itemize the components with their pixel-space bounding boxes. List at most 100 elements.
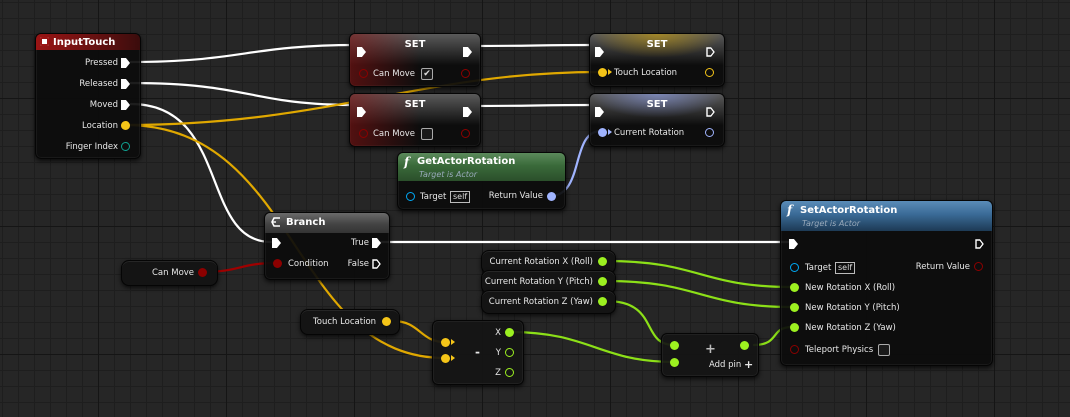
can-move-in-pin[interactable] bbox=[359, 129, 368, 138]
touch-location-in-pin[interactable] bbox=[598, 68, 607, 77]
condition-pin[interactable] bbox=[273, 259, 282, 268]
can-move-in-pin[interactable] bbox=[359, 69, 368, 78]
subtract-operator: - bbox=[475, 345, 480, 359]
rotation-z-label: Current Rotation Z (Yaw) bbox=[488, 297, 593, 307]
add-pin-label[interactable]: Add pin bbox=[709, 360, 741, 370]
new-rotation-y-pin[interactable] bbox=[790, 303, 799, 312]
moved-label: Moved bbox=[89, 100, 118, 110]
location-label: Location bbox=[82, 121, 118, 131]
z-label: Z bbox=[495, 368, 501, 378]
set-title: SET bbox=[404, 39, 426, 50]
set-title: SET bbox=[646, 99, 668, 110]
b-in-pin[interactable] bbox=[670, 358, 679, 367]
event-icon bbox=[40, 37, 49, 46]
exec-out-pin[interactable] bbox=[975, 239, 984, 249]
wire-released-to-set-canmove-false bbox=[129, 81, 358, 107]
y-out-pin[interactable] bbox=[505, 348, 514, 357]
function-icon: f bbox=[404, 155, 410, 169]
wire-pressed-to-set-canmove-true bbox=[129, 43, 358, 64]
result-out-pin[interactable] bbox=[740, 341, 749, 350]
can-move-out-pin[interactable] bbox=[198, 268, 207, 277]
can-move-checkbox[interactable] bbox=[421, 128, 433, 140]
teleport-physics-label: Teleport Physics bbox=[805, 345, 874, 355]
set-can-move-true-node[interactable]: SET Can Move ✔ bbox=[349, 33, 481, 87]
current-rotation-z-getter[interactable]: Current Rotation Z (Yaw) bbox=[481, 290, 616, 314]
a-in-pin[interactable] bbox=[441, 338, 450, 347]
self-box[interactable]: self bbox=[450, 191, 471, 203]
z-out-pin[interactable] bbox=[505, 368, 514, 377]
wire-rotx-to-newx bbox=[604, 259, 794, 289]
new-rotation-x-pin[interactable] bbox=[790, 283, 799, 292]
moved-exec-pin[interactable] bbox=[121, 100, 130, 110]
current-rotation-out-pin[interactable] bbox=[705, 128, 714, 137]
true-exec-pin[interactable] bbox=[372, 238, 381, 248]
pressed-label: Pressed bbox=[85, 58, 118, 68]
location-pin[interactable] bbox=[121, 121, 130, 130]
input-touch-node[interactable]: InputTouch Pressed Released Moved Locati… bbox=[35, 33, 141, 159]
rotation-y-out-pin[interactable] bbox=[598, 277, 607, 286]
rotation-x-label: Current Rotation X (Roll) bbox=[489, 257, 593, 267]
target-pin[interactable] bbox=[790, 263, 799, 272]
self-box[interactable]: self bbox=[835, 262, 856, 274]
teleport-physics-pin[interactable] bbox=[790, 345, 799, 354]
return-value-pin[interactable] bbox=[547, 192, 556, 201]
can-move-out-pin[interactable] bbox=[461, 129, 470, 138]
wire-moved-to-branch bbox=[129, 102, 273, 244]
teleport-physics-checkbox[interactable] bbox=[878, 344, 890, 356]
exec-in-pin[interactable] bbox=[789, 239, 798, 249]
b-in-pin[interactable] bbox=[441, 354, 450, 363]
false-exec-pin[interactable] bbox=[372, 259, 381, 269]
node-title: GetActorRotation bbox=[417, 156, 516, 167]
touch-location-getter[interactable]: Touch Location bbox=[300, 309, 400, 335]
new-rotation-z-pin[interactable] bbox=[790, 323, 799, 332]
released-exec-pin[interactable] bbox=[121, 79, 130, 89]
finger-index-pin[interactable] bbox=[121, 142, 130, 151]
b-in-arrow bbox=[451, 355, 455, 361]
released-label: Released bbox=[79, 79, 118, 89]
branch-icon bbox=[270, 216, 282, 228]
new-rotation-z-label: New Rotation Z (Yaw) bbox=[805, 323, 896, 333]
return-value-label: Return Value bbox=[915, 262, 970, 272]
rotation-y-label: Current Rotation Y (Pitch) bbox=[484, 277, 593, 287]
set-actor-rotation-node[interactable]: f SetActorRotation Target is Actor Targe… bbox=[780, 200, 993, 366]
exec-in-pin[interactable] bbox=[272, 238, 281, 248]
current-rotation-label: Current Rotation bbox=[614, 128, 685, 138]
pressed-exec-pin[interactable] bbox=[121, 58, 130, 68]
can-move-checkbox[interactable]: ✔ bbox=[421, 68, 433, 80]
y-label: Y bbox=[495, 348, 501, 358]
node-title: Branch bbox=[286, 217, 326, 228]
float-add-node[interactable]: + Add pin + bbox=[661, 333, 759, 377]
target-label: Target bbox=[805, 263, 832, 273]
rotation-x-out-pin[interactable] bbox=[598, 257, 607, 266]
set-touch-location-node[interactable]: SET Touch Location bbox=[589, 33, 725, 87]
current-rotation-in-pin[interactable] bbox=[598, 128, 607, 137]
can-move-out-pin[interactable] bbox=[461, 69, 470, 78]
can-move-label: Can Move bbox=[373, 69, 416, 79]
rotation-z-out-pin[interactable] bbox=[598, 297, 607, 306]
x-label: X bbox=[495, 328, 501, 338]
new-rotation-y-label: New Rotation Y (Pitch) bbox=[805, 303, 900, 313]
false-label: False bbox=[347, 259, 369, 269]
can-move-getter-label: Can Move bbox=[152, 268, 195, 278]
wire-roty-to-newy bbox=[604, 279, 794, 309]
condition-label: Condition bbox=[288, 259, 329, 269]
set-title: SET bbox=[646, 39, 668, 50]
return-value-pin[interactable] bbox=[974, 262, 983, 271]
set-title: SET bbox=[404, 99, 426, 110]
touch-location-out-pin[interactable] bbox=[382, 317, 391, 326]
set-can-move-false-node[interactable]: SET Can Move bbox=[349, 93, 481, 147]
touch-location-out-pin[interactable] bbox=[705, 68, 714, 77]
a-in-pin[interactable] bbox=[670, 341, 679, 350]
node-subtitle: Target is Actor bbox=[419, 170, 478, 179]
add-pin-icon[interactable]: + bbox=[744, 358, 753, 371]
target-pin[interactable] bbox=[406, 192, 415, 201]
x-out-pin[interactable] bbox=[505, 328, 514, 337]
can-move-getter[interactable]: Can Move bbox=[121, 260, 218, 286]
touch-location-getter-label: Touch Location bbox=[313, 317, 377, 327]
branch-node[interactable]: Branch True Condition False bbox=[264, 212, 390, 280]
get-actor-rotation-node[interactable]: f GetActorRotation Target is Actor Targe… bbox=[397, 152, 566, 210]
node-subtitle: Target is Actor bbox=[802, 219, 861, 228]
set-current-rotation-node[interactable]: SET Current Rotation bbox=[589, 93, 725, 147]
touch-location-label: Touch Location bbox=[614, 68, 678, 78]
vector-subtract-node[interactable]: - X Y Z bbox=[432, 320, 524, 385]
